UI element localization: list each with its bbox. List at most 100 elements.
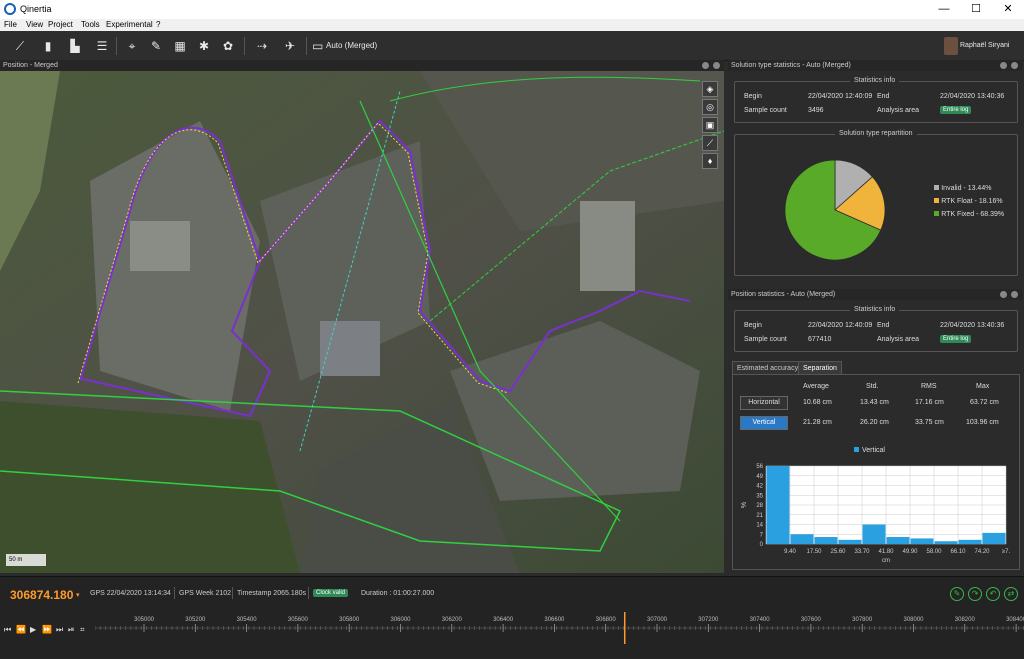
play-icon[interactable]: ▶ <box>30 625 36 634</box>
sync-icon[interactable]: ⇄ <box>1004 587 1018 601</box>
ruler-icon[interactable]: ⟋ <box>702 135 718 151</box>
settings-icon[interactable]: ✿ <box>218 37 238 55</box>
bar-0 <box>766 466 790 544</box>
x-tick-label-8: 74.20 <box>974 549 990 555</box>
skip-start-icon[interactable]: ⏮ <box>4 625 11 635</box>
map-icon[interactable]: ▮ <box>38 37 58 55</box>
close-button[interactable]: ✕ <box>992 0 1024 19</box>
entire-log-button[interactable]: Entire log <box>940 335 972 343</box>
pin-icon[interactable]: ✎ <box>950 587 964 601</box>
bug-icon[interactable]: ✱ <box>194 37 214 55</box>
col-std: Std. <box>866 383 879 390</box>
horizontal-button[interactable]: Horizontal <box>740 396 788 410</box>
col-max: Max <box>976 383 990 390</box>
minimize-button[interactable]: — <box>928 0 960 19</box>
step-icon[interactable]: ⏯ <box>68 625 74 635</box>
y-axis-label: % <box>741 502 748 508</box>
undo-icon[interactable]: ↶ <box>986 587 1000 601</box>
x-tick-label-2: 25.60 <box>830 549 846 555</box>
menu-experimental[interactable]: Experimental <box>106 20 153 29</box>
timeline-tick-label: 306600 <box>544 617 565 623</box>
monitor-icon: ▭ <box>312 39 324 53</box>
fast-forward-icon[interactable]: ⏩ <box>42 625 52 634</box>
float-panel-icon[interactable] <box>702 62 709 69</box>
bar-6 <box>910 538 934 544</box>
close-panel-icon[interactable] <box>713 62 720 69</box>
timeline-tick-label: 306400 <box>493 617 514 623</box>
tab-separation[interactable]: Separation <box>798 361 842 374</box>
processing-icon[interactable]: ⇢ <box>250 37 274 55</box>
redo-icon[interactable]: ↷ <box>968 587 982 601</box>
time-dropdown-icon[interactable]: ▾ <box>76 591 80 599</box>
sample-value: 3496 <box>808 107 824 114</box>
camera-icon[interactable]: ▣ <box>702 117 718 133</box>
map-view[interactable] <box>0 71 724 573</box>
solution-panel-header: Solution type statistics - Auto (Merged) <box>728 60 1022 71</box>
sample-value: 677410 <box>808 336 832 343</box>
wrench-icon[interactable]: ✎ <box>146 37 166 55</box>
timeline-tick-label: 305200 <box>185 617 206 623</box>
menu-help[interactable]: ? <box>156 20 160 29</box>
layers-icon[interactable]: ◈ <box>702 81 718 97</box>
position-panel-title: Position statistics - Auto (Merged) <box>731 291 836 298</box>
close-panel-icon[interactable] <box>1011 291 1018 298</box>
bar-9 <box>982 532 1006 544</box>
sample-label: Sample count <box>744 336 787 343</box>
list-icon[interactable]: ☰ <box>92 37 112 55</box>
menu-file[interactable]: File <box>4 20 17 29</box>
bar-5 <box>886 537 910 544</box>
entire-log-button[interactable]: Entire log <box>940 106 972 114</box>
h-average: 10.68 cm <box>803 399 832 406</box>
skip-end-icon[interactable]: ⏭ <box>56 625 63 635</box>
timeline-tick-label: 306800 <box>596 617 617 623</box>
float-panel-icon[interactable] <box>1000 62 1007 69</box>
menu-tools[interactable]: Tools <box>81 20 100 29</box>
satellite-icon[interactable]: ✈ <box>278 37 302 55</box>
y-tick-label-4: 28 <box>756 503 763 509</box>
antenna-icon[interactable]: ⌖ <box>122 37 142 55</box>
y-tick-label-6: 42 <box>756 484 763 490</box>
marker-icon[interactable]: ♦ <box>702 153 718 169</box>
bar-8 <box>958 539 982 544</box>
menu-project[interactable]: Project <box>48 20 73 29</box>
timeline-tick-label: 308200 <box>955 617 976 623</box>
rewind-icon[interactable]: ⏪ <box>16 625 26 634</box>
gps-week: GPS Week 2102 <box>179 590 232 597</box>
grid-icon[interactable]: ▦ <box>170 37 190 55</box>
position-panel-header: Position statistics - Auto (Merged) <box>728 289 1022 300</box>
gps-time-value[interactable]: 306874.180 <box>10 588 73 602</box>
map-scale: 50 m <box>6 554 46 566</box>
crop-icon[interactable]: ⌗ <box>80 625 85 635</box>
v-rms: 33.75 cm <box>915 419 944 426</box>
vertical-button[interactable]: Vertical <box>740 416 788 430</box>
end-label: End <box>877 322 890 329</box>
v-max: 103.96 cm <box>966 419 999 426</box>
legend-swatch <box>854 447 859 452</box>
window-title: Qinertia <box>20 4 52 14</box>
x-tick-label-1: 17.50 <box>806 549 822 555</box>
x-tick-label-6: 58.00 <box>926 549 942 555</box>
pie-legend: Invalid - 13.44% RTK Float - 18.16% RTK … <box>934 183 1004 222</box>
legend-invalid: Invalid - 13.44% <box>941 185 992 192</box>
close-panel-icon[interactable] <box>1011 62 1018 69</box>
maximize-button[interactable]: ☐ <box>960 0 992 19</box>
timeline-tick-label: 306200 <box>442 617 463 623</box>
area-label: Analysis area <box>877 107 920 114</box>
tab-estimated-accuracy[interactable]: Estimated accuracy <box>732 361 804 374</box>
y-tick-label-3: 21 <box>756 513 763 519</box>
begin-label: Begin <box>744 93 762 100</box>
col-rms: RMS <box>921 383 937 390</box>
end-value: 22/04/2020 13:40:36 <box>940 93 1005 100</box>
float-panel-icon[interactable] <box>1000 291 1007 298</box>
view-mode-dropdown[interactable]: Auto (Merged) <box>326 37 382 55</box>
timeline[interactable]: 305000 305200 305400 305600 305800 306000 3062… <box>95 612 1024 652</box>
menu-view[interactable]: View <box>26 20 43 29</box>
bar-1 <box>790 534 814 544</box>
timeline-tick-label: 306000 <box>390 617 411 623</box>
bar-3 <box>838 539 862 544</box>
map-canvas[interactable] <box>0 71 724 573</box>
user-name[interactable]: Raphaël Siryani <box>960 37 1020 55</box>
bar-chart-icon[interactable]: ▙ <box>64 37 86 55</box>
locate-icon[interactable]: ◎ <box>702 99 718 115</box>
line-chart-icon[interactable]: ⟋ <box>10 37 30 55</box>
